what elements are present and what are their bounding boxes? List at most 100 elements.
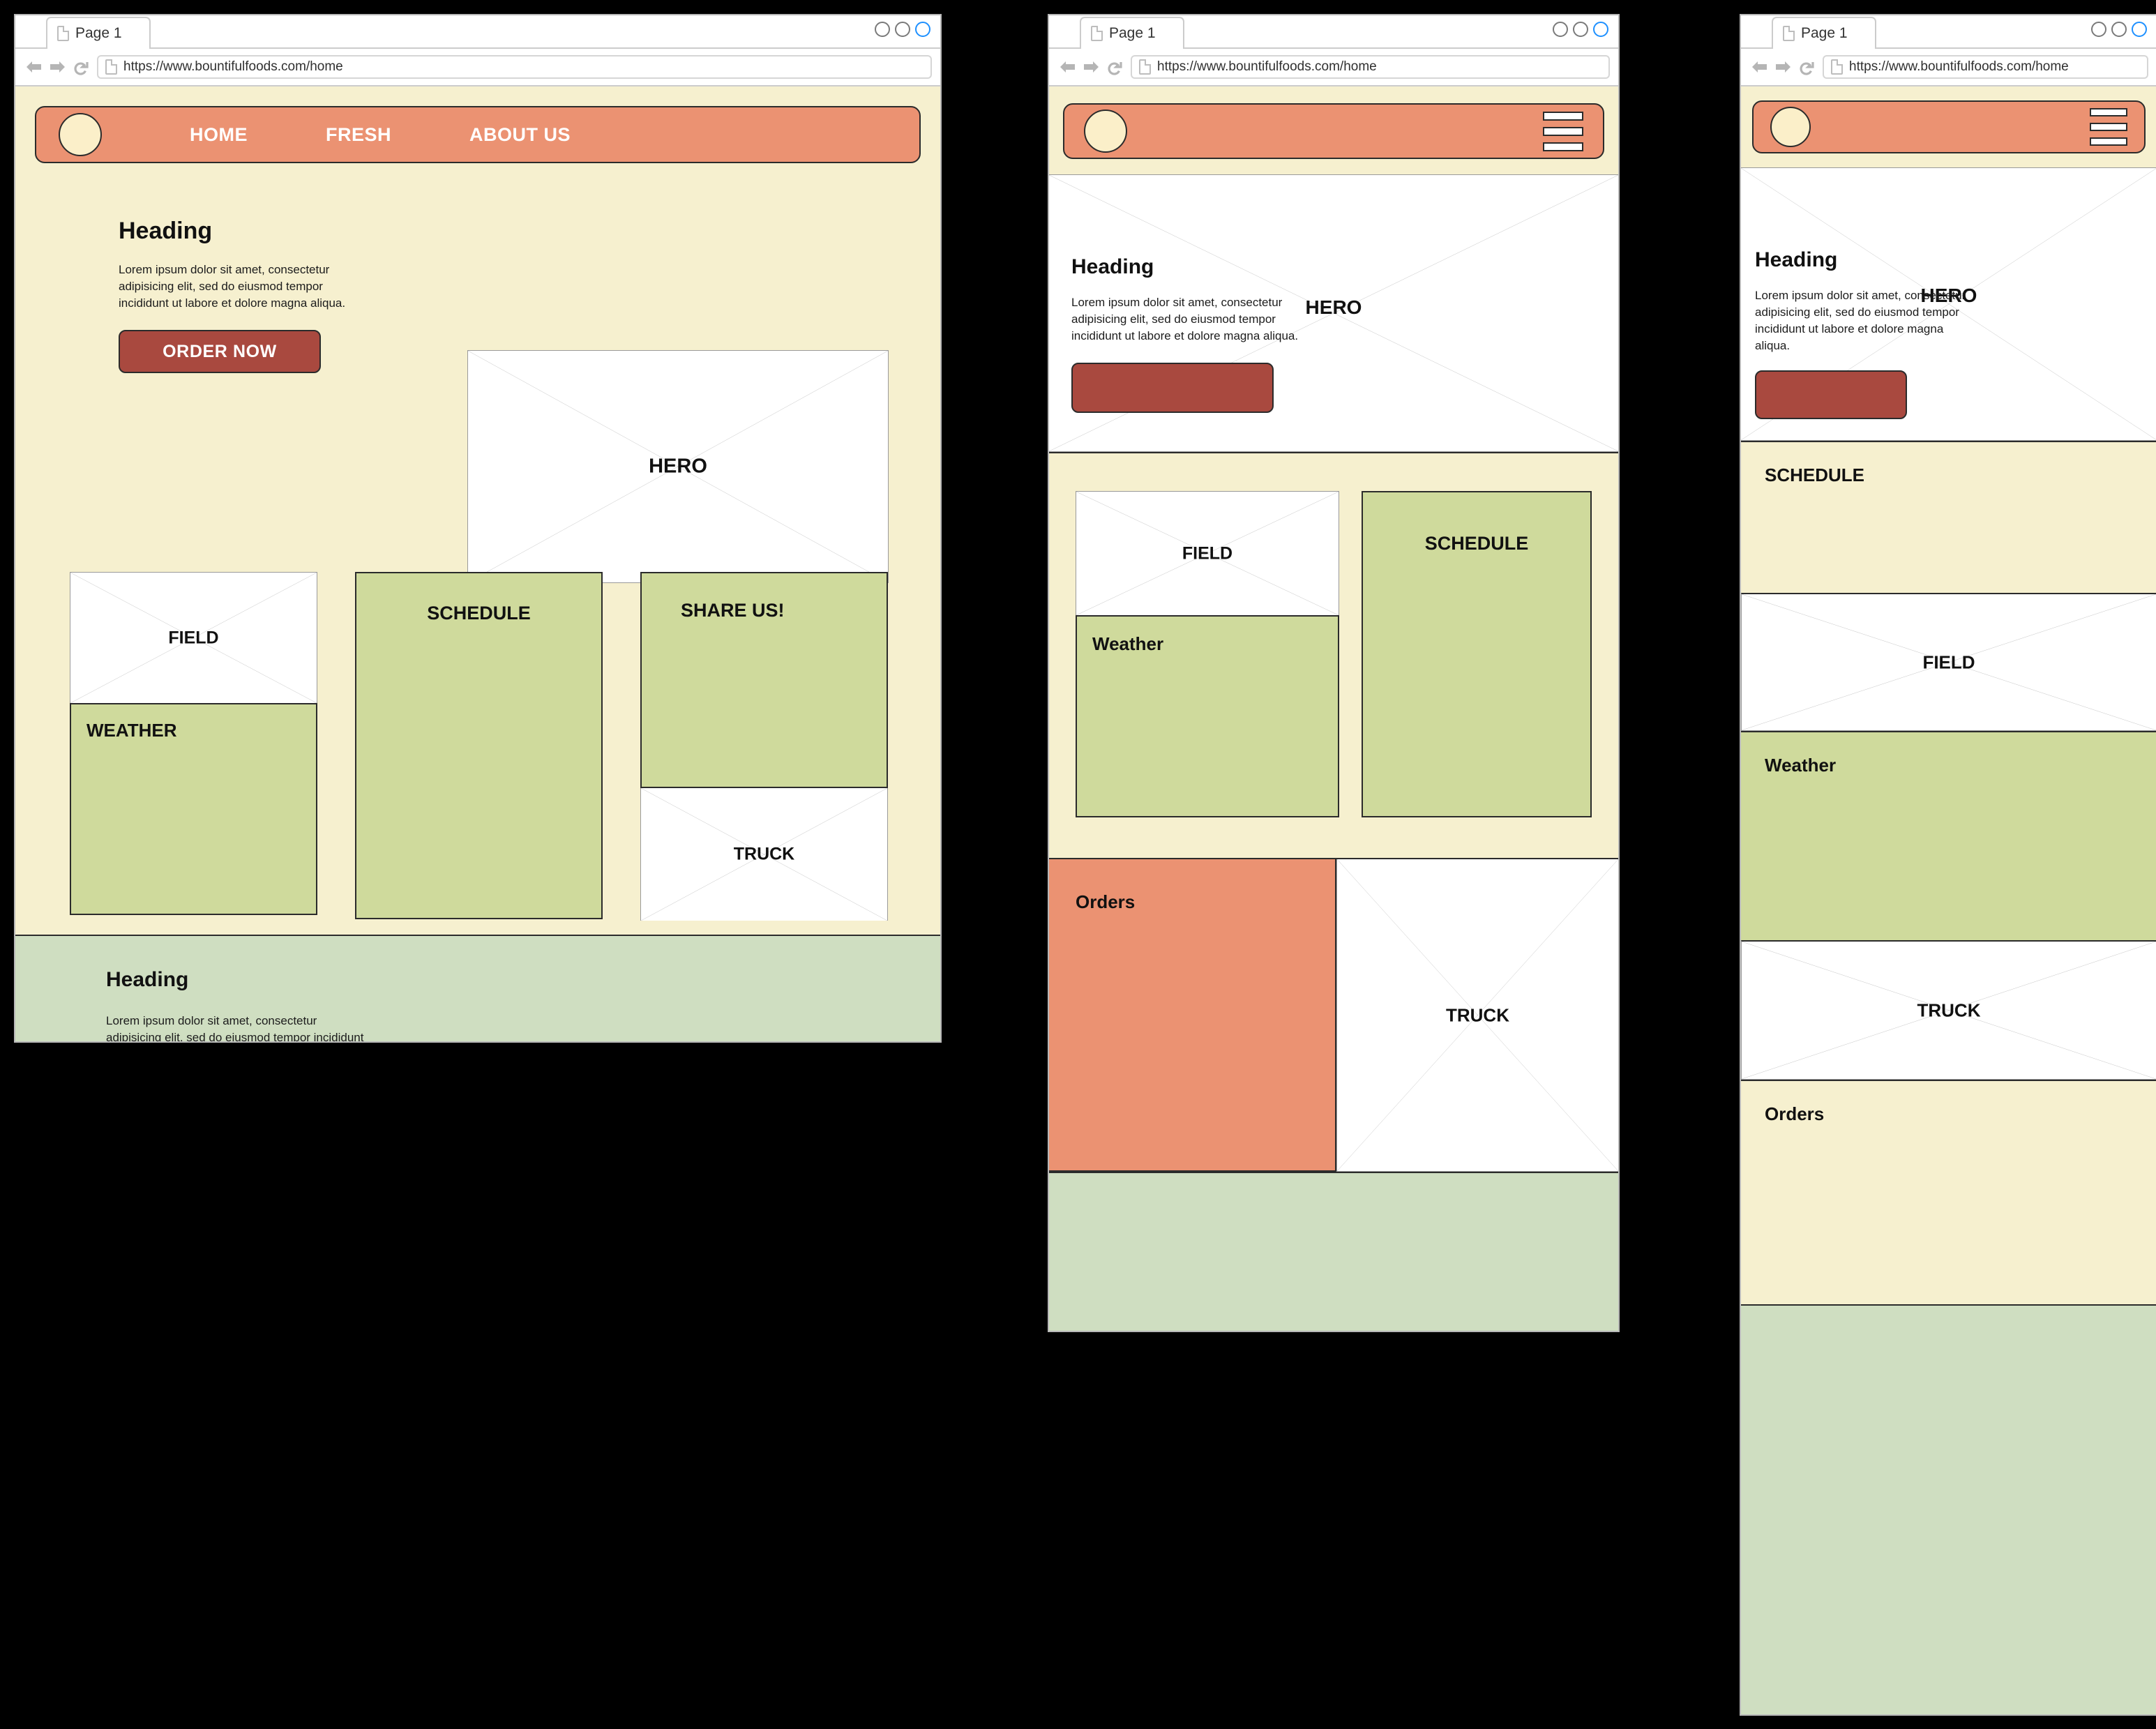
page-icon (1139, 59, 1151, 75)
page-icon (1783, 26, 1795, 41)
navigation-bar: https://www.bountifulfoods.com/home (15, 49, 940, 86)
hero-body-text: Lorem ipsum dolor sit amet, consectetur … (1071, 296, 1299, 343)
back-arrow-icon[interactable] (1751, 59, 1768, 75)
hero-heading: Heading (119, 218, 213, 244)
wireframe-canvas: Page 1 https://www.bountifulfoods.com/ho… (0, 0, 2156, 1729)
window-control-close[interactable] (875, 22, 890, 37)
reload-icon[interactable] (1798, 58, 1816, 76)
schedule-panel-title: SCHEDULE (1424, 533, 1529, 554)
window-controls (1553, 22, 1608, 37)
field-image-placeholder: FIELD (1741, 593, 2156, 731)
browser-tab[interactable]: Page 1 (1772, 17, 1876, 49)
weather-panel[interactable]: Weather (1741, 731, 2156, 940)
column-schedule: SCHEDULE (355, 572, 603, 921)
circle-logo[interactable] (1770, 107, 1811, 147)
content-columns: FIELD WEATHER SCHEDULE SHARE US! TRUCK (70, 572, 889, 921)
hero-copy: Heading Lorem ipsum dolor sit amet, cons… (1755, 248, 1985, 419)
truck-image-placeholder: TRUCK (1336, 859, 1618, 1172)
order-now-button[interactable]: ORDER NOW (119, 330, 321, 374)
hamburger-menu-icon[interactable] (1543, 111, 1583, 151)
window-controls (875, 22, 930, 37)
window-control-minimize[interactable] (1573, 22, 1588, 37)
schedule-panel-title: SCHEDULE (1765, 465, 1865, 485)
schedule-panel-title: SCHEDULE (427, 603, 531, 624)
page-footer-mobile (1741, 1304, 2156, 1714)
hero-section: Heading Lorem ipsum dolor sit amet, cons… (15, 163, 940, 583)
truck-image-label: TRUCK (1917, 999, 1981, 1020)
hero-body-text: Lorem ipsum dolor sit amet, consectetur … (119, 263, 346, 310)
navigation-bar: https://www.bountifulfoods.com/home (1741, 49, 2156, 86)
forward-arrow-icon[interactable] (1083, 59, 1100, 75)
order-now-button[interactable] (1755, 370, 1907, 419)
tab-bar: Page 1 (15, 15, 940, 49)
page-icon (105, 59, 117, 75)
window-control-close[interactable] (1553, 22, 1568, 37)
content-grid-tablet: FIELD Weather SCHEDULE (1049, 452, 1618, 858)
reload-icon[interactable] (1106, 58, 1124, 76)
page-footer-tablet (1049, 1172, 1618, 1331)
column-share-truck: SHARE US! TRUCK (640, 572, 888, 921)
circle-logo[interactable] (1084, 110, 1127, 153)
back-arrow-icon[interactable] (1059, 59, 1076, 75)
tab-bar: Page 1 (1049, 15, 1618, 49)
browser-window-tablet: Page 1 https://www.bountifulfoods.com/ho… (1048, 14, 1620, 1332)
field-image-label: FIELD (1922, 651, 1975, 672)
page-icon (1831, 59, 1843, 75)
window-control-minimize[interactable] (2111, 22, 2127, 37)
window-control-maximize[interactable] (915, 22, 930, 37)
footer-heading: Heading (106, 968, 189, 991)
hero-section: HERO Heading Lorem ipsum dolor sit amet,… (1741, 167, 2156, 441)
page-viewport-desktop: HOME FRESH ABOUT US Heading Lorem ipsum … (15, 86, 940, 1041)
browser-tab[interactable]: Page 1 (46, 17, 151, 49)
forward-arrow-icon[interactable] (1774, 59, 1792, 75)
weather-panel-title: Weather (1092, 633, 1164, 654)
orders-panel[interactable]: Orders (1741, 1080, 2156, 1304)
schedule-panel[interactable]: SCHEDULE (1362, 491, 1592, 817)
weather-panel-title: Weather (1765, 755, 1837, 776)
forward-arrow-icon[interactable] (49, 59, 66, 75)
nav-links: HOME FRESH ABOUT US (190, 124, 897, 146)
window-control-maximize[interactable] (2132, 22, 2147, 37)
address-bar[interactable]: https://www.bountifulfoods.com/home (1823, 55, 2148, 79)
column-field-weather: FIELD WEATHER (70, 572, 317, 921)
weather-panel[interactable]: WEATHER (70, 703, 317, 915)
page-icon (1091, 26, 1103, 41)
browser-tab[interactable]: Page 1 (1080, 17, 1184, 49)
page-icon (57, 26, 69, 41)
address-bar[interactable]: https://www.bountifulfoods.com/home (1131, 55, 1610, 79)
schedule-panel[interactable]: SCHEDULE (355, 572, 603, 919)
nav-link-fresh[interactable]: FRESH (326, 124, 391, 146)
hero-body-text: Lorem ipsum dolor sit amet, consectetur … (1755, 289, 1966, 353)
site-navbar: HOME FRESH ABOUT US (35, 106, 921, 163)
schedule-panel[interactable]: SCHEDULE (1741, 441, 2156, 593)
tab-label: Page 1 (75, 25, 122, 41)
orders-truck-row: Orders TRUCK (1049, 858, 1618, 1172)
order-now-button[interactable] (1071, 363, 1274, 414)
truck-image-label: TRUCK (1446, 1004, 1509, 1025)
back-arrow-icon[interactable] (25, 59, 43, 75)
nav-link-home[interactable]: HOME (190, 124, 248, 146)
field-image-label: FIELD (1182, 543, 1233, 563)
nav-link-about-us[interactable]: ABOUT US (469, 124, 571, 146)
weather-panel[interactable]: Weather (1076, 615, 1339, 817)
tab-label: Page 1 (1109, 25, 1156, 41)
hero-copy: Heading Lorem ipsum dolor sit amet, cons… (119, 218, 384, 374)
share-us-panel[interactable]: SHARE US! (640, 572, 888, 788)
window-control-minimize[interactable] (895, 22, 910, 37)
orders-panel[interactable]: Orders (1049, 859, 1336, 1172)
tab-label: Page 1 (1801, 25, 1848, 41)
reload-icon[interactable] (73, 58, 91, 76)
hero-image-placeholder: HERO (467, 350, 889, 583)
navigation-bar: https://www.bountifulfoods.com/home (1049, 49, 1618, 86)
address-bar[interactable]: https://www.bountifulfoods.com/home (97, 55, 932, 79)
url-text: https://www.bountifulfoods.com/home (1157, 59, 1377, 74)
orders-panel-title: Orders (1765, 1103, 1825, 1124)
tab-bar: Page 1 (1741, 15, 2156, 49)
page-footer-desktop: Heading Lorem ipsum dolor sit amet, cons… (15, 935, 940, 1041)
window-control-maximize[interactable] (1593, 22, 1608, 37)
circle-logo[interactable] (59, 113, 102, 156)
window-control-close[interactable] (2091, 22, 2106, 37)
site-navbar (1063, 103, 1604, 159)
weather-panel-title: WEATHER (86, 720, 177, 741)
hamburger-menu-icon[interactable] (2090, 108, 2127, 146)
